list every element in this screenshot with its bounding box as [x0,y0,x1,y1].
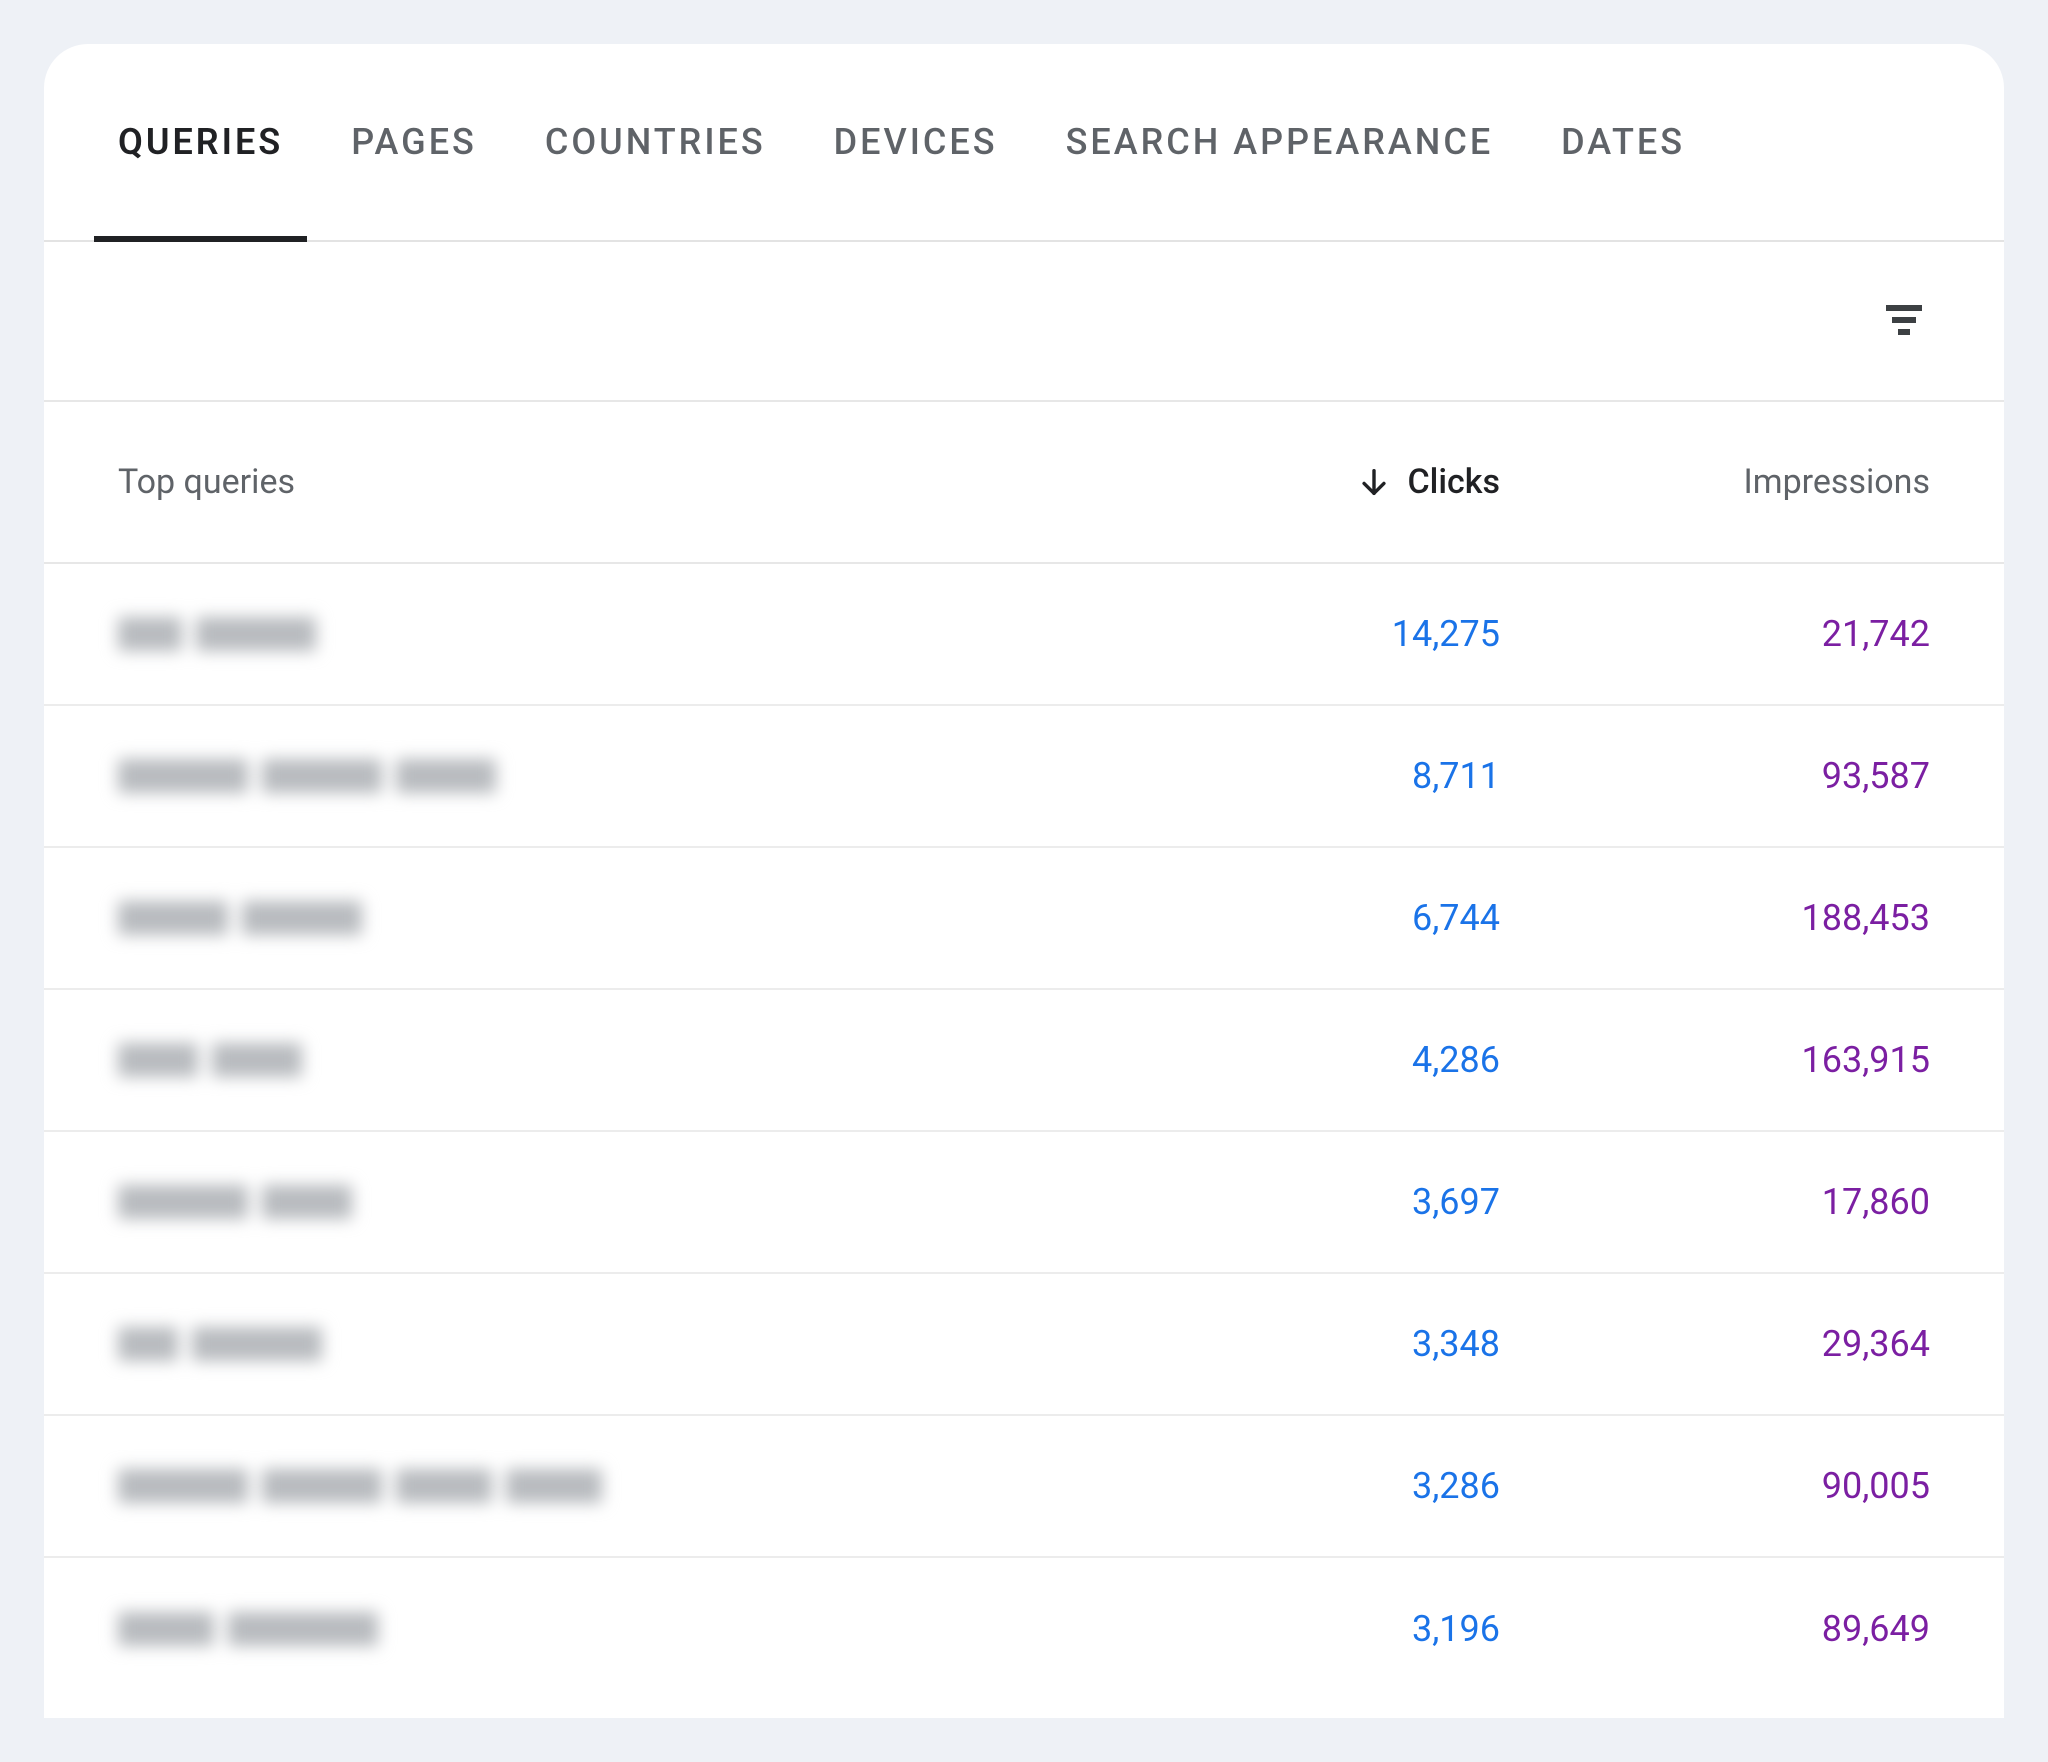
table-body: 14,27521,7428,71193,5876,744188,4534,286… [44,564,2004,1700]
arrow-down-icon [1357,465,1391,499]
column-header-label: Top queries [118,462,295,502]
tab-pages[interactable]: PAGES [351,44,477,240]
table-row[interactable]: 14,27521,742 [44,564,2004,706]
cell-query [118,901,1070,935]
tab-label: DEVICES [834,121,998,163]
cell-query [118,1469,1070,1503]
tab-dates[interactable]: DATES [1561,44,1685,240]
cell-query [118,617,1070,651]
cell-clicks: 14,275 [1070,613,1500,655]
tab-label: DATES [1561,121,1685,163]
dimension-tabs: QUERIES PAGES COUNTRIES DEVICES SEARCH A… [44,44,2004,242]
tab-queries[interactable]: QUERIES [118,44,283,240]
cell-clicks: 3,348 [1070,1323,1500,1365]
cell-impressions: 163,915 [1500,1039,1930,1081]
cell-query [118,1327,1070,1361]
cell-impressions: 29,364 [1500,1323,1930,1365]
column-header-label: Clicks [1407,462,1500,502]
column-header-clicks[interactable]: Clicks [1070,462,1500,502]
table-row[interactable]: 4,286163,915 [44,990,2004,1132]
table-row[interactable]: 6,744188,453 [44,848,2004,990]
filter-bar [44,242,2004,402]
redacted-query-text [118,1612,378,1646]
filter-icon [1880,295,1928,347]
table-header-row: Top queries Clicks Impressions [44,402,2004,564]
cell-clicks: 8,711 [1070,755,1500,797]
tab-label: QUERIES [118,121,283,163]
report-card: QUERIES PAGES COUNTRIES DEVICES SEARCH A… [44,44,2004,1718]
cell-impressions: 89,649 [1500,1608,1930,1650]
cell-impressions: 17,860 [1500,1181,1930,1223]
cell-impressions: 90,005 [1500,1465,1930,1507]
cell-impressions: 188,453 [1500,897,1930,939]
cell-query [118,759,1070,793]
cell-query [118,1612,1070,1646]
tab-label: COUNTRIES [545,121,766,163]
column-header-query[interactable]: Top queries [118,462,1070,502]
cell-query [118,1185,1070,1219]
tab-label: SEARCH APPEARANCE [1066,121,1494,163]
redacted-query-text [118,1327,322,1361]
cell-clicks: 3,196 [1070,1608,1500,1650]
redacted-query-text [118,617,316,651]
redacted-query-text [118,1043,302,1077]
redacted-query-text [118,1469,602,1503]
column-header-label: Impressions [1744,462,1930,502]
table-row[interactable]: 3,28690,005 [44,1416,2004,1558]
cell-impressions: 21,742 [1500,613,1930,655]
redacted-query-text [118,759,496,793]
tab-label: PAGES [351,121,477,163]
table-row[interactable]: 3,34829,364 [44,1274,2004,1416]
cell-clicks: 3,286 [1070,1465,1500,1507]
redacted-query-text [118,901,362,935]
cell-impressions: 93,587 [1500,755,1930,797]
redacted-query-text [118,1185,352,1219]
tab-devices[interactable]: DEVICES [834,44,998,240]
table-row[interactable]: 3,69717,860 [44,1132,2004,1274]
filter-button[interactable] [1872,289,1936,353]
column-header-impressions[interactable]: Impressions [1500,462,1930,502]
cell-query [118,1043,1070,1077]
table-row[interactable]: 3,19689,649 [44,1558,2004,1700]
cell-clicks: 6,744 [1070,897,1500,939]
cell-clicks: 4,286 [1070,1039,1500,1081]
cell-clicks: 3,697 [1070,1181,1500,1223]
table-row[interactable]: 8,71193,587 [44,706,2004,848]
tab-countries[interactable]: COUNTRIES [545,44,766,240]
tab-search-appearance[interactable]: SEARCH APPEARANCE [1066,44,1494,240]
